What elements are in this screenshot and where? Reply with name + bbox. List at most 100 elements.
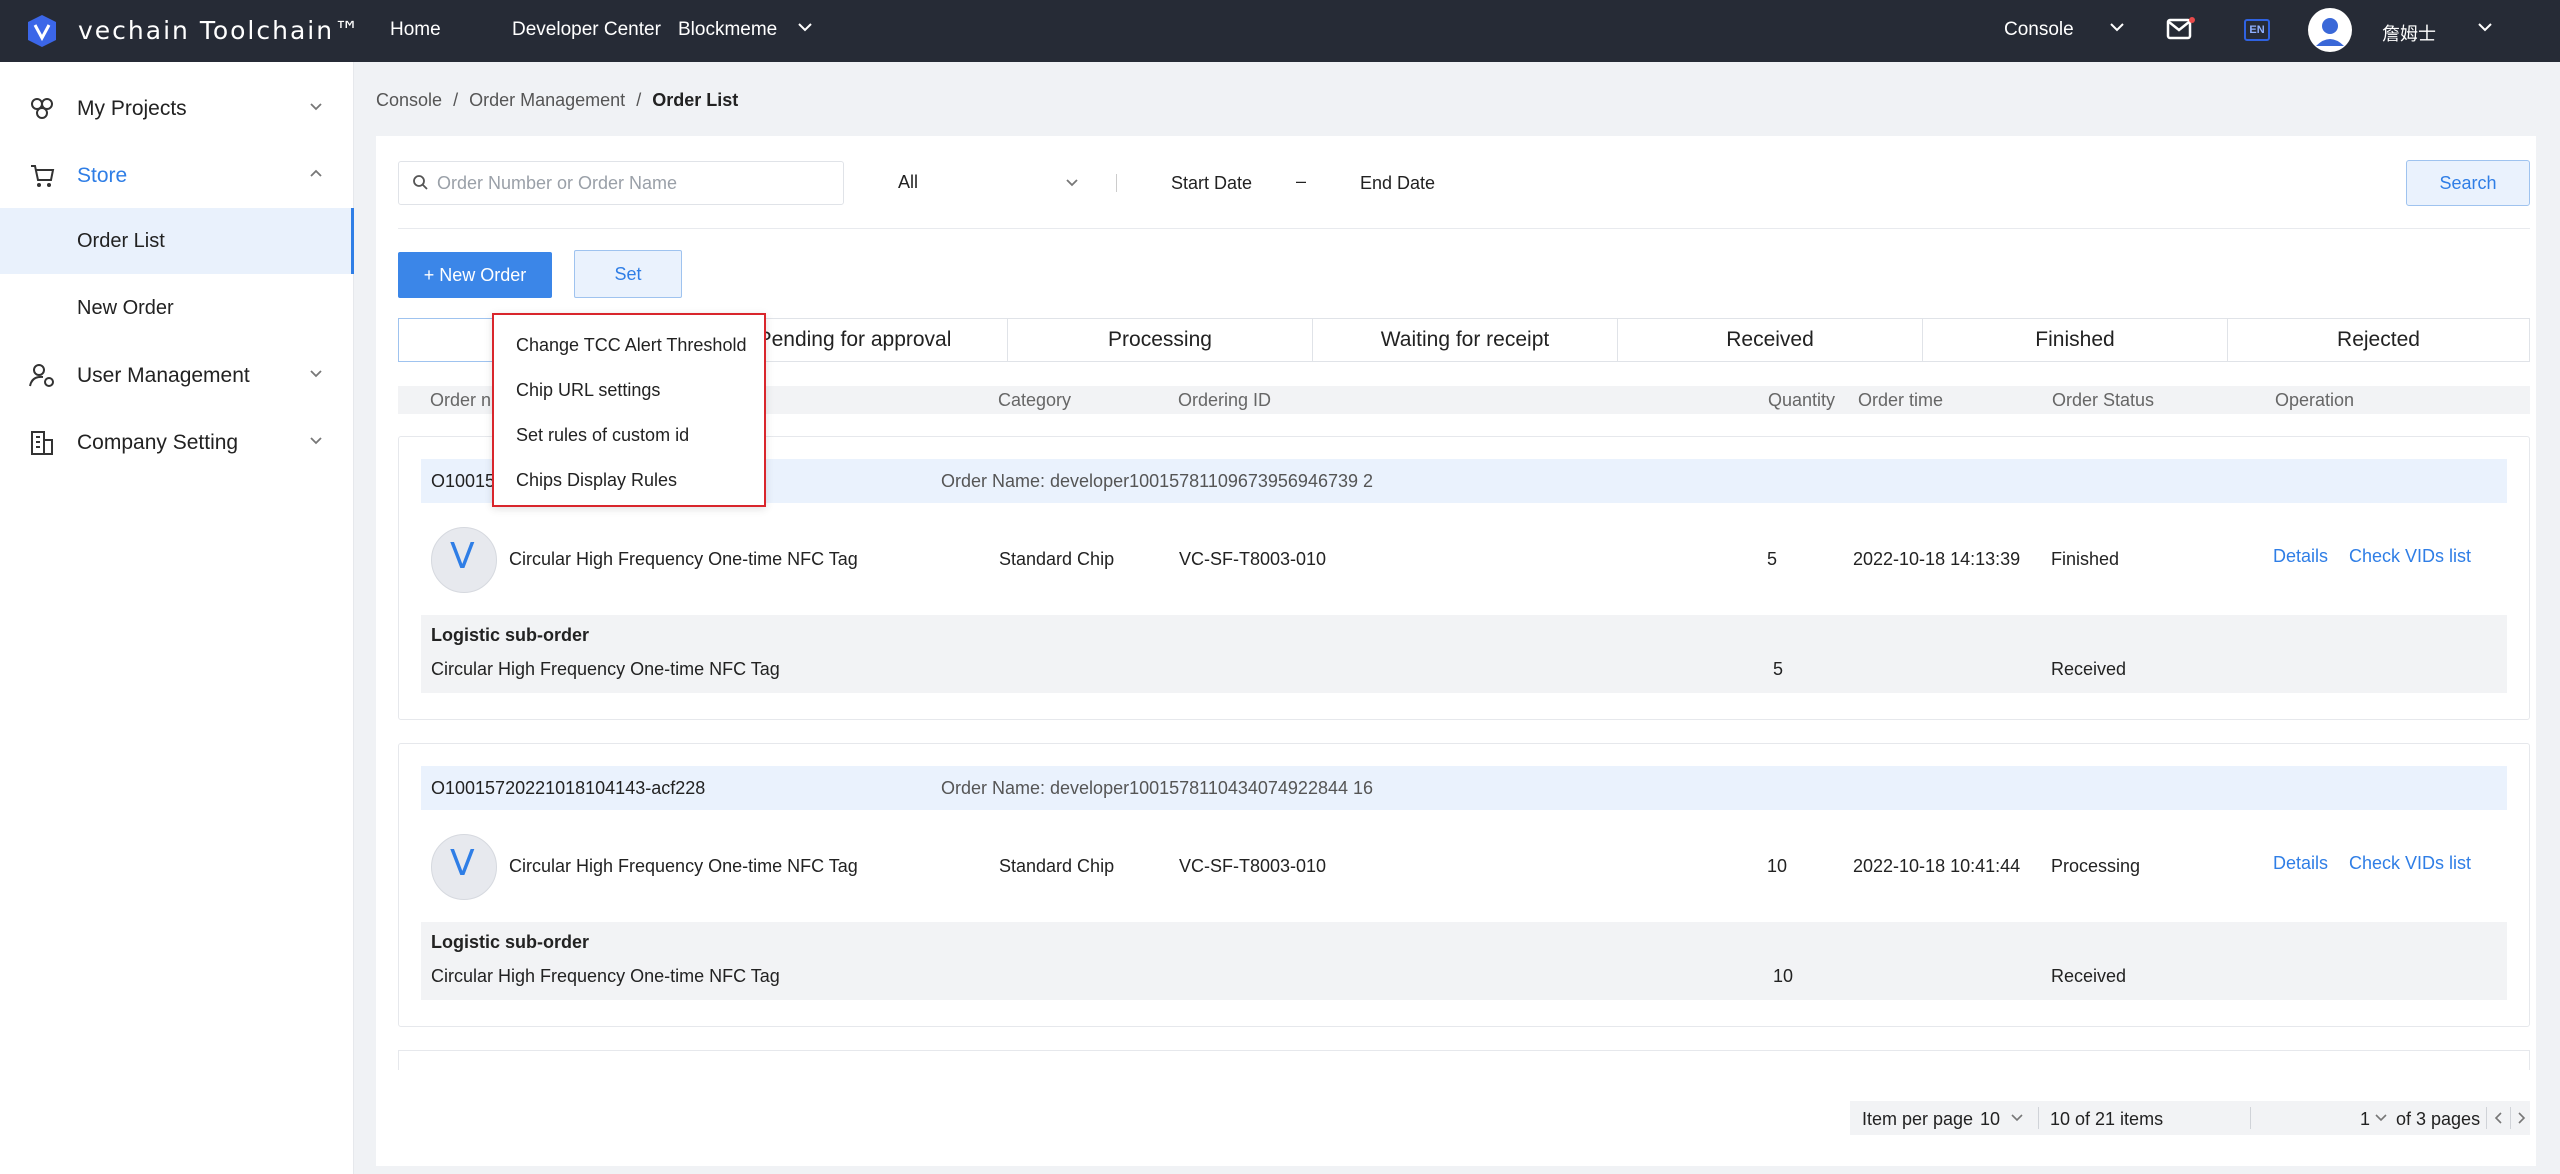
chevron-up-icon[interactable]	[308, 166, 324, 182]
status-select[interactable]: All	[898, 172, 1078, 193]
sidebar-item-label: Store	[77, 164, 128, 187]
nav-developer-center[interactable]: Developer Center	[512, 19, 661, 41]
column-header-quantity: Quantity	[1768, 390, 1836, 410]
quantity: 5	[1767, 549, 1778, 569]
main-panel: All Start Date – End Date Search + New O…	[376, 136, 2536, 1166]
sub-order-product: Circular High Frequency One-time NFC Tag	[431, 659, 780, 679]
divider	[398, 228, 2530, 229]
product-name: Circular High Frequency One-time NFC Tag	[509, 549, 858, 569]
logo-text[interactable]: vechain Toolchain™	[78, 16, 361, 45]
sidebar-item-new-order[interactable]: New Order	[0, 275, 354, 341]
sidebar-item-company-setting[interactable]: Company Setting	[0, 411, 354, 471]
chevron-down-icon[interactable]	[2108, 18, 2126, 36]
details-link[interactable]: Details	[2273, 546, 2328, 567]
current-page-select[interactable]: 1	[2360, 1109, 2370, 1130]
divider	[2510, 1107, 2511, 1129]
breadcrumb-order-management[interactable]: Order Management	[469, 90, 625, 110]
order-time: 2022-10-18 10:41:44	[1853, 856, 2021, 876]
column-header-order-time: Order time	[1858, 390, 1944, 410]
chevron-down-icon[interactable]	[2010, 1111, 2024, 1125]
order-card: O10015720221018104143-acf228 Order Name:…	[398, 743, 2530, 1027]
order-status: Processing	[2051, 856, 2141, 876]
date-range-dash: –	[1296, 171, 1307, 191]
order-name: Order Name: developer1001578110434074922…	[941, 778, 1374, 798]
sidebar-item-label: Company Setting	[77, 431, 239, 454]
tab-waiting-for-receipt[interactable]: Waiting for receipt	[1313, 318, 1618, 362]
column-header-order-status: Order Status	[2052, 390, 2155, 410]
chevron-down-icon[interactable]	[308, 366, 324, 382]
details-link[interactable]: Details	[2273, 853, 2328, 874]
chevron-right-icon[interactable]	[2514, 1111, 2528, 1125]
sub-order-status: Received	[2051, 966, 2127, 986]
chevron-down-icon	[1066, 179, 1078, 187]
chevron-down-icon[interactable]	[308, 99, 324, 115]
nav-home[interactable]: Home	[390, 19, 441, 41]
cart-icon	[31, 165, 55, 187]
search-button[interactable]: Search	[2406, 160, 2530, 206]
sidebar-item-label: New Order	[77, 297, 174, 319]
order-card	[398, 1050, 2530, 1070]
chevron-left-icon[interactable]	[2492, 1111, 2506, 1125]
ordering-id: VC-SF-T8003-010	[1179, 549, 1327, 569]
ordering-id: VC-SF-T8003-010	[1179, 856, 1327, 876]
sidebar-item-label: Order List	[77, 230, 165, 252]
building-icon	[31, 431, 53, 455]
set-button[interactable]: Set	[574, 250, 682, 298]
tab-received[interactable]: Received	[1618, 318, 1923, 362]
tab-finished[interactable]: Finished	[1923, 318, 2228, 362]
pagination: Item per page 10 10 of 21 items 1 of 3 p…	[1850, 1101, 2530, 1135]
nav-blockmeme[interactable]: Blockmeme	[678, 19, 777, 41]
chevron-down-icon[interactable]	[2374, 1111, 2388, 1125]
search-icon	[413, 175, 428, 190]
check-vids-link[interactable]: Check VIDs list	[2349, 853, 2471, 874]
column-header-ordering-id: Ordering ID	[1178, 390, 1272, 410]
quantity: 10	[1767, 856, 1788, 876]
vechain-logo-icon[interactable]	[24, 13, 60, 49]
menu-item-set-rules-of-custom-id[interactable]: Set rules of custom id	[516, 425, 689, 446]
search-input[interactable]	[437, 170, 827, 196]
projects-icon	[31, 98, 53, 119]
start-date-input[interactable]: Start Date	[1171, 173, 1252, 194]
tab-processing[interactable]: Processing	[1008, 318, 1313, 362]
menu-item-chip-url-settings[interactable]: Chip URL settings	[516, 380, 660, 401]
sidebar-item-label: My Projects	[77, 97, 187, 120]
end-date-input[interactable]: End Date	[1360, 173, 1435, 194]
category: Standard Chip	[999, 856, 1115, 876]
order-number: O10015720221018104143-acf228	[431, 778, 706, 798]
menu-item-chips-display-rules[interactable]: Chips Display Rules	[516, 470, 677, 491]
avatar[interactable]	[2308, 8, 2352, 52]
mail-icon[interactable]	[2166, 16, 2196, 42]
menu-item-change-tcc-alert-threshold[interactable]: Change TCC Alert Threshold	[516, 335, 746, 356]
vechain-v-icon: V	[450, 843, 475, 884]
breadcrumb-console[interactable]: Console	[376, 90, 442, 110]
sub-order-title: Logistic sub-order	[431, 932, 590, 952]
sub-order-status: Received	[2051, 659, 2127, 679]
category: Standard Chip	[999, 549, 1115, 569]
product-thumbnail: V	[431, 527, 497, 593]
search-field[interactable]	[398, 161, 844, 205]
chevron-down-icon[interactable]	[796, 18, 814, 36]
user-avatar-icon	[2316, 18, 2344, 46]
column-header-category: Category	[998, 390, 1072, 410]
sidebar-item-store[interactable]: Store	[0, 144, 354, 204]
check-vids-link[interactable]: Check VIDs list	[2349, 546, 2471, 567]
sub-order-product: Circular High Frequency One-time NFC Tag	[431, 966, 780, 986]
column-header-order-number: Order n	[430, 390, 492, 410]
sidebar-item-user-management[interactable]: User Management	[0, 344, 354, 404]
username[interactable]: 詹姆士	[2382, 20, 2436, 46]
product-name: Circular High Frequency One-time NFC Tag	[509, 856, 858, 876]
tab-rejected[interactable]: Rejected	[2228, 318, 2530, 362]
language-badge[interactable]: EN	[2244, 19, 2270, 41]
sidebar-item-my-projects[interactable]: My Projects	[0, 77, 354, 137]
order-status: Finished	[2051, 549, 2120, 569]
logistic-sub-order: Logistic sub-order Circular High Frequen…	[421, 922, 2507, 1000]
top-navbar: vechain Toolchain™ Home Developer Center…	[0, 0, 2560, 62]
new-order-button[interactable]: + New Order	[398, 252, 552, 298]
chevron-down-icon[interactable]	[2476, 18, 2494, 36]
per-page-select[interactable]: 10	[1980, 1109, 2000, 1130]
breadcrumb: Console / Order Management / Order List	[376, 90, 744, 111]
nav-console[interactable]: Console	[2004, 19, 2074, 41]
sidebar-item-order-list[interactable]: Order List	[0, 208, 354, 274]
chevron-down-icon[interactable]	[308, 433, 324, 449]
product-thumbnail: V	[431, 834, 497, 900]
